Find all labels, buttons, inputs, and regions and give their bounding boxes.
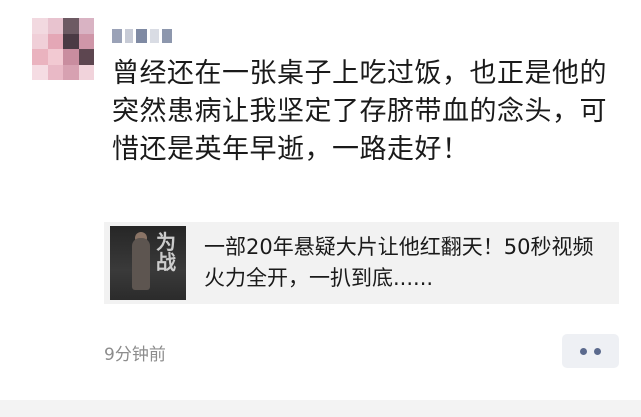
avatar[interactable] xyxy=(32,18,94,80)
post-timestamp: 9分钟前 xyxy=(104,345,166,365)
thumbnail-calligraphy: 为战 xyxy=(156,230,176,274)
shared-link-card[interactable]: 为战 一部20年悬疑大片让他红翻天！50秒视频火力全开，一扒到底...... xyxy=(104,222,619,304)
more-actions-button[interactable] xyxy=(562,334,619,368)
moments-screen: 曾经还在一张桌子上吃过饭，也正是他的突然患病让我坚定了存脐带血的念头，可惜还是英… xyxy=(0,0,641,417)
username-mosaic[interactable] xyxy=(112,26,172,46)
more-dots-icon xyxy=(580,347,587,355)
thumbnail-person xyxy=(132,238,150,290)
moment-post: 曾经还在一张桌子上吃过饭，也正是他的突然患病让我坚定了存脐带血的念头，可惜还是英… xyxy=(0,0,641,400)
more-dots-icon xyxy=(594,347,601,355)
post-text: 曾经还在一张桌子上吃过饭，也正是他的突然患病让我坚定了存脐带血的念头，可惜还是英… xyxy=(112,58,607,165)
shared-link-thumbnail: 为战 xyxy=(110,226,186,300)
shared-link-title: 一部20年悬疑大片让他红翻天！50秒视频火力全开，一扒到底...... xyxy=(204,235,594,290)
